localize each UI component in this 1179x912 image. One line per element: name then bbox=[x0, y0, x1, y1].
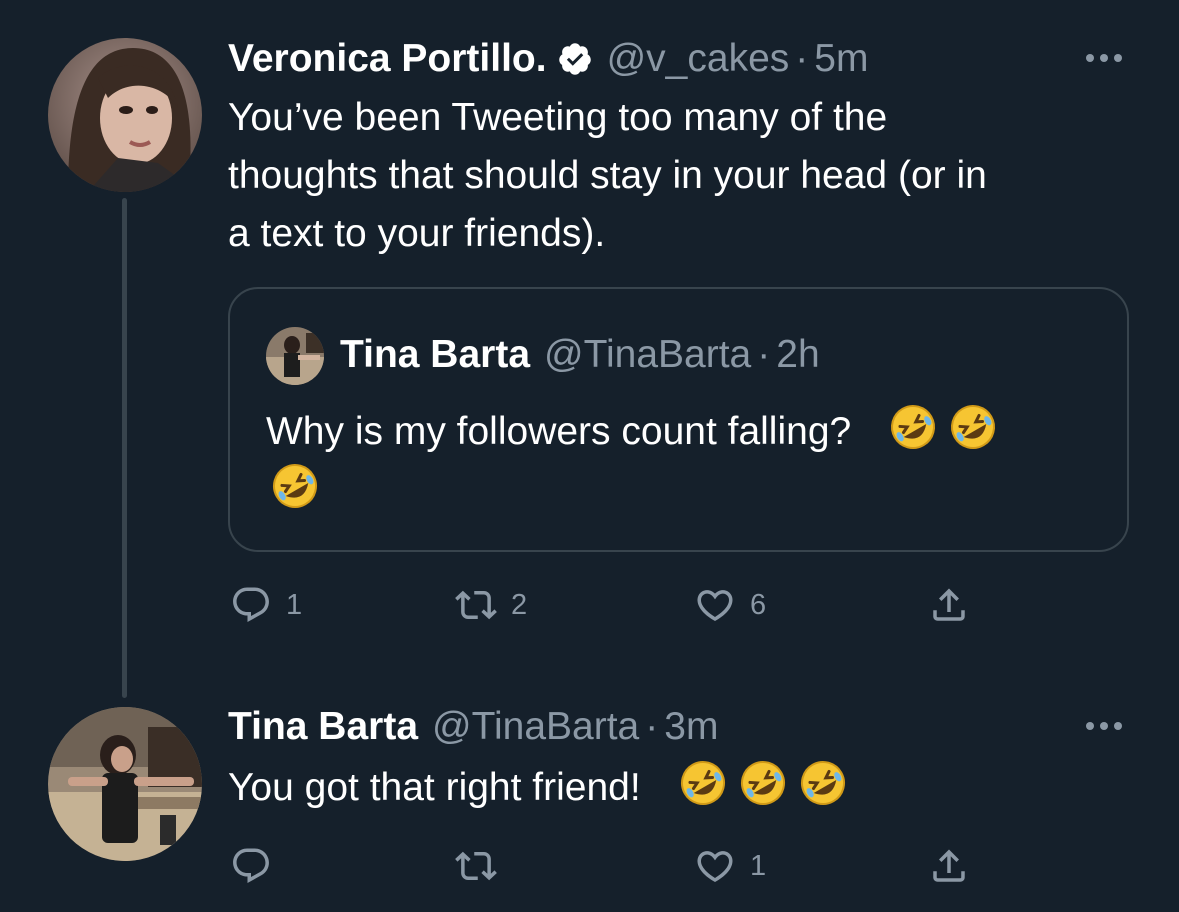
separator-dot: · bbox=[757, 333, 771, 376]
tweet-text-line: thoughts that should stay in your head (… bbox=[228, 154, 987, 197]
avatar-tina-barta[interactable] bbox=[48, 707, 202, 861]
reply-icon bbox=[233, 587, 269, 622]
tweet-header: Veronica Portillo. @v_cakes · 5m bbox=[228, 35, 868, 83]
share-icon bbox=[933, 849, 965, 882]
like-icon bbox=[697, 590, 733, 622]
quoted-avatar bbox=[266, 327, 324, 385]
tweet-text: You got that right friend! bbox=[228, 758, 848, 817]
retweet-button[interactable] bbox=[455, 845, 511, 887]
like-button[interactable]: 6 bbox=[694, 584, 766, 626]
share-button[interactable] bbox=[928, 584, 970, 626]
retweet-icon bbox=[455, 851, 497, 881]
rolling-on-floor-laughing-emoji bbox=[680, 761, 725, 805]
tweet-text-line: a text to your friends). bbox=[228, 212, 606, 255]
avatar-veronica-portillo[interactable] bbox=[48, 38, 202, 192]
more-options-icon[interactable] bbox=[1086, 720, 1122, 732]
rolling-on-floor-laughing-emoji bbox=[800, 761, 845, 805]
rolling-on-floor-laughing-emoji bbox=[740, 761, 785, 805]
quoted-tweet-card[interactable]: Tina Barta @TinaBarta · 2h Why is my fol… bbox=[228, 287, 1129, 552]
tweet-actions-bar: 1 2 6 bbox=[0, 584, 1179, 624]
tweet-text: You’ve been Tweeting too many of the tho… bbox=[228, 89, 987, 263]
quoted-handle: @TinaBarta bbox=[544, 333, 752, 376]
quoted-timestamp: 2h bbox=[776, 333, 820, 376]
display-name[interactable]: Veronica Portillo. bbox=[228, 35, 547, 83]
rolling-on-floor-laughing-emoji bbox=[891, 405, 936, 449]
timestamp[interactable]: 3m bbox=[664, 703, 718, 751]
like-button[interactable]: 1 bbox=[694, 845, 766, 887]
handle[interactable]: @TinaBarta bbox=[432, 703, 639, 751]
reply-icon bbox=[233, 848, 269, 883]
retweet-count: 2 bbox=[511, 588, 528, 621]
reply-button[interactable]: 1 bbox=[230, 584, 302, 626]
tweet-header: Tina Barta @TinaBarta · 3m bbox=[228, 703, 718, 751]
reply-button[interactable] bbox=[230, 845, 286, 887]
share-button[interactable] bbox=[928, 845, 970, 887]
like-count: 1 bbox=[750, 849, 767, 882]
separator-dot: · bbox=[645, 705, 659, 748]
quoted-text-body: Why is my followers count falling? bbox=[266, 410, 852, 453]
more-options-icon[interactable] bbox=[1086, 52, 1122, 64]
verified-badge-icon bbox=[557, 41, 593, 77]
rolling-on-floor-laughing-emoji bbox=[273, 464, 317, 508]
like-icon bbox=[697, 851, 733, 883]
timestamp[interactable]: 5m bbox=[814, 35, 868, 83]
separator-dot: · bbox=[795, 37, 809, 80]
quoted-display-name: Tina Barta bbox=[340, 333, 531, 376]
retweet-icon bbox=[455, 590, 497, 620]
tweet-text-body: You got that right friend! bbox=[228, 766, 641, 809]
reply-count: 1 bbox=[286, 588, 303, 621]
tweet-actions-bar: 1 bbox=[0, 845, 1179, 885]
tweet-text-line: You’ve been Tweeting too many of the bbox=[228, 96, 888, 139]
handle[interactable]: @v_cakes bbox=[607, 35, 790, 83]
retweet-button[interactable]: 2 bbox=[455, 584, 527, 626]
display-name[interactable]: Tina Barta bbox=[228, 703, 418, 751]
share-icon bbox=[933, 588, 965, 621]
quoted-tweet-text: Why is my followers count falling? bbox=[266, 402, 1096, 520]
quoted-tweet-header: Tina Barta @TinaBarta · 2h bbox=[340, 331, 820, 379]
rolling-on-floor-laughing-emoji bbox=[951, 405, 996, 449]
like-count: 6 bbox=[750, 588, 767, 621]
